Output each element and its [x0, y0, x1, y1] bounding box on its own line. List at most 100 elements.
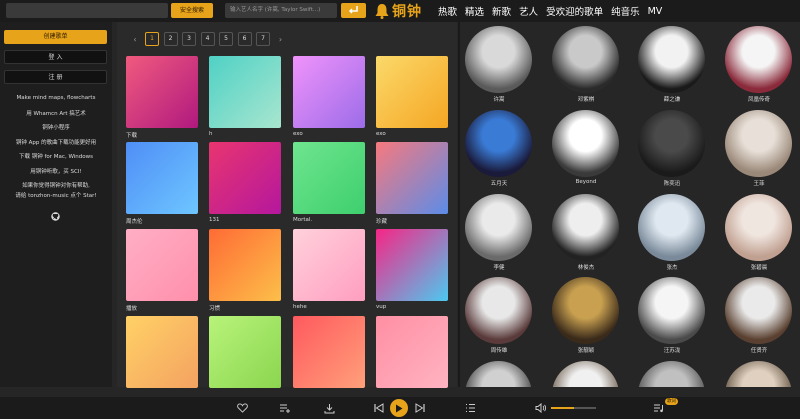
- page-button-6[interactable]: 6: [237, 32, 252, 46]
- sidebar-link-desktop-download[interactable]: 下载 铜钟 for Mac, Windows: [0, 152, 112, 160]
- safe-search-button[interactable]: 安全搜索: [171, 3, 213, 18]
- sidebar-link-app-download[interactable]: 铜钟 App 的歌曲下载功能更好用: [0, 138, 112, 146]
- artist-name[interactable]: 凤凰传奇: [719, 95, 799, 103]
- nav-item-0[interactable]: 热歌: [438, 4, 457, 18]
- artist-avatar[interactable]: [552, 26, 619, 93]
- playlist-title[interactable]: 习惯: [209, 304, 220, 312]
- sidebar-link-mindmaps[interactable]: Make mind maps, flowcharts: [0, 95, 112, 101]
- nav-item-4[interactable]: 受欢迎的歌单: [546, 4, 603, 18]
- artist-name[interactable]: 五月天: [460, 179, 539, 187]
- playlist-title[interactable]: exo: [376, 131, 386, 137]
- login-button[interactable]: 登 入: [4, 50, 107, 64]
- artist-avatar[interactable]: [638, 361, 705, 387]
- page-button-5[interactable]: 5: [219, 32, 233, 46]
- page-button-4[interactable]: 4: [200, 32, 215, 46]
- nav-item-6[interactable]: MV: [648, 6, 663, 17]
- play-button[interactable]: [390, 399, 408, 417]
- artist-avatar[interactable]: [552, 110, 619, 177]
- artist-avatar[interactable]: [638, 26, 705, 93]
- playlist-title[interactable]: 下载: [126, 131, 137, 139]
- queue-button[interactable]: [463, 401, 477, 415]
- artist-avatar[interactable]: [465, 194, 532, 261]
- playlist-cover[interactable]: [376, 316, 448, 388]
- song-search-input[interactable]: [6, 3, 168, 18]
- like-button[interactable]: [235, 401, 249, 415]
- artist-name[interactable]: 任贤齐: [719, 346, 799, 354]
- prev-page-button[interactable]: ‹: [129, 35, 141, 44]
- artist-avatar[interactable]: [465, 26, 532, 93]
- playlist-title[interactable]: 珍藏: [376, 217, 387, 225]
- playlist-cover[interactable]: [209, 142, 281, 214]
- artist-name[interactable]: 张杰: [632, 263, 712, 271]
- nav-item-5[interactable]: 纯音乐: [611, 4, 640, 18]
- artist-name[interactable]: 许嵩: [460, 95, 539, 103]
- artist-name[interactable]: 张碧晨: [719, 263, 799, 271]
- next-button[interactable]: [413, 401, 427, 415]
- playlist-cover[interactable]: [376, 142, 448, 214]
- playlist-title[interactable]: vup: [376, 304, 386, 310]
- artist-name[interactable]: 李健: [460, 263, 539, 271]
- sidebar-link-whamcn-art[interactable]: 用 Whamcn Art 搞艺术: [0, 109, 112, 117]
- artist-name[interactable]: 邓紫棋: [546, 95, 626, 103]
- page-button-1[interactable]: 1: [145, 32, 159, 46]
- artist-name[interactable]: 林俊杰: [546, 263, 626, 271]
- nav-item-2[interactable]: 新歌: [492, 4, 511, 18]
- playlist-title[interactable]: hehe: [293, 304, 307, 310]
- playlist-title[interactable]: 131: [209, 217, 220, 223]
- playlist-cover[interactable]: [293, 56, 365, 128]
- playlist-cover[interactable]: [126, 142, 198, 214]
- artist-avatar[interactable]: [725, 110, 792, 177]
- artist-avatar[interactable]: [552, 277, 619, 344]
- artist-name[interactable]: 汪苏泷: [632, 346, 712, 354]
- artist-name[interactable]: 周传雄: [460, 346, 539, 354]
- artist-name[interactable]: 王菲: [719, 179, 799, 187]
- artist-avatar[interactable]: [552, 361, 619, 387]
- search-submit-button[interactable]: [341, 3, 366, 18]
- playlist-cover[interactable]: [293, 142, 365, 214]
- playlist-title[interactable]: Mortal.: [293, 217, 312, 223]
- sidebar-link-sci[interactable]: 用铜钟听歌，买 SCI!: [0, 167, 112, 175]
- next-page-button[interactable]: ›: [275, 35, 287, 44]
- playlist-cover[interactable]: [209, 316, 281, 388]
- artist-avatar[interactable]: [552, 194, 619, 261]
- sidebar-link-mini-program[interactable]: 铜钟小程序: [0, 123, 112, 131]
- previous-button[interactable]: [371, 401, 385, 415]
- artist-avatar[interactable]: [465, 110, 532, 177]
- logo[interactable]: 铜钟: [375, 2, 422, 20]
- playlist-cover[interactable]: [376, 229, 448, 301]
- artist-name[interactable]: 张靓颖: [546, 346, 626, 354]
- artist-avatar[interactable]: [465, 277, 532, 344]
- download-button[interactable]: [322, 401, 336, 415]
- artist-name[interactable]: Beyond: [546, 179, 626, 185]
- playlist-title[interactable]: 周杰伦: [126, 217, 143, 225]
- volume-slider[interactable]: [551, 407, 596, 409]
- artist-avatar[interactable]: [638, 277, 705, 344]
- artist-avatar[interactable]: [638, 110, 705, 177]
- playlist-cover[interactable]: [293, 229, 365, 301]
- page-button-2[interactable]: 2: [163, 32, 178, 46]
- add-to-playlist-button[interactable]: [278, 401, 292, 415]
- volume-button[interactable]: [534, 401, 548, 415]
- artist-avatar[interactable]: [725, 194, 792, 261]
- playlist-cover[interactable]: [126, 56, 198, 128]
- playlist-cover[interactable]: [293, 316, 365, 388]
- nav-item-3[interactable]: 艺人: [519, 4, 538, 18]
- nav-item-1[interactable]: 精选: [465, 4, 484, 18]
- page-button-3[interactable]: 3: [182, 32, 196, 46]
- create-playlist-button[interactable]: 创建歌单: [4, 30, 107, 44]
- playlist-cover[interactable]: [209, 56, 281, 128]
- artist-avatar[interactable]: [725, 277, 792, 344]
- artist-avatar[interactable]: [725, 361, 792, 387]
- artist-search-input[interactable]: 输入艺人名字 (许嵩, Taylor Swift...): [225, 3, 337, 18]
- register-button[interactable]: 注 册: [4, 70, 107, 84]
- playlist-cover[interactable]: [376, 56, 448, 128]
- artist-name[interactable]: 薛之谦: [632, 95, 712, 103]
- artist-avatar[interactable]: [465, 361, 532, 387]
- playlist-title[interactable]: h: [209, 131, 213, 137]
- artist-avatar[interactable]: [638, 194, 705, 261]
- playlist-title[interactable]: exo: [293, 131, 303, 137]
- sidebar-star-link[interactable]: 请给 tonzhon-music 点个 Star!: [0, 191, 112, 199]
- artist-avatar[interactable]: [725, 26, 792, 93]
- playlist-cover[interactable]: [209, 229, 281, 301]
- github-link[interactable]: [51, 206, 60, 225]
